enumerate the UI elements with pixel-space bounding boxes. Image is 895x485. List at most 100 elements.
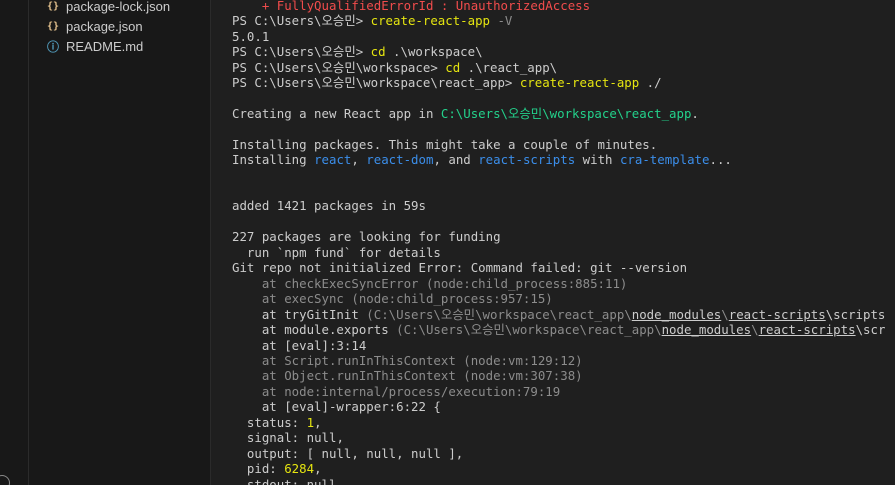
terminal-text: output: [ null, null, null ], (232, 446, 464, 461)
terminal-line-stack-1: at checkExecSyncError (node:child_proces… (232, 276, 628, 291)
terminal-text: + FullyQualifiedErrorId : UnauthorizedAc… (232, 0, 591, 13)
terminal-text: C:\Users\오승민\workspace\react_app (440, 106, 692, 121)
terminal-text: create-react-app (519, 75, 640, 90)
terminal-text: cd (445, 60, 461, 75)
terminal-text: 6284 (284, 461, 315, 476)
terminal-line-stack-7: at Object.runInThisContext (node:vm:307:… (232, 368, 583, 383)
terminal-text: at checkExecSyncError (node:child_proces… (232, 276, 628, 291)
terminal-line-cmd-create: PS C:\Users\오승민\workspace\react_app> cre… (232, 75, 662, 90)
activity-bar (0, 0, 29, 485)
terminal-text: Git repo not initialized Error: Command … (232, 260, 688, 275)
terminal-text: with (575, 152, 620, 167)
terminal-text: \scripts (825, 307, 886, 322)
terminal-line-installing-1: Installing packages. This might take a c… (232, 137, 657, 152)
terminal-text: Installing (232, 152, 315, 167)
terminal-text: at node:internal/process/execution:79:19 (232, 384, 561, 399)
terminal-text: , (336, 430, 344, 445)
terminal-line-stack-3: at tryGitInit (C:\Users\오승민\workspace\re… (232, 307, 886, 322)
terminal-text: , (314, 415, 322, 430)
terminal-line-stack-4: at module.exports (C:\Users\오승민\workspac… (232, 322, 886, 337)
terminal-text: -V (490, 13, 513, 28)
terminal-text: (C:\Users\오승민\workspace\react_app\ (366, 307, 632, 322)
terminal-line-git-error: Git repo not initialized Error: Command … (232, 260, 687, 275)
terminal-text: cd (370, 44, 386, 59)
info-file-icon: ⓘ (46, 39, 59, 54)
explorer-panel: {} package-lock.json {} package.json ⓘ R… (29, 0, 211, 485)
terminal-line-stack-9: at [eval]-wrapper:6:22 { (232, 399, 441, 414)
terminal-text: cra-template (619, 152, 710, 167)
terminal-text: PS C:\Users\오승민> (232, 13, 371, 28)
terminal-line-stdout: stdout: null, (232, 477, 344, 485)
accounts-icon[interactable] (0, 475, 10, 485)
terminal-text: status: (232, 415, 307, 430)
terminal-text: 1 (306, 415, 315, 430)
terminal-panel[interactable]: + FullyQualifiedErrorId : UnauthorizedAc… (211, 0, 895, 485)
terminal-text: (C:\Users\오승민\workspace\react_app\ (396, 322, 662, 337)
terminal-text: 227 packages are looking for funding (232, 229, 501, 244)
terminal-line-creating: Creating a new React app in C:\Users\오승민… (232, 106, 699, 121)
terminal-line-stack-5: at [eval]:3:14 (232, 338, 366, 353)
terminal-text: PS C:\Users\오승민> (232, 44, 371, 59)
file-item-readme[interactable]: ⓘ README.md (29, 36, 210, 56)
terminal-text: , (314, 461, 322, 476)
json-file-icon: {} (46, 0, 60, 12)
file-item-package-json[interactable]: {} package.json (29, 16, 210, 36)
terminal-text: .\workspace\ (385, 44, 483, 59)
terminal-text: node_modules (661, 322, 752, 337)
terminal-text: Installing packages. This might take a c… (232, 137, 658, 152)
terminal-text: react-scripts (478, 152, 576, 167)
terminal-text: ./ (639, 75, 662, 90)
json-file-icon: {} (46, 20, 60, 32)
file-name: README.md (66, 38, 144, 54)
terminal-text: at [eval]-wrapper:6:22 { (232, 399, 441, 414)
terminal-text: , and (433, 152, 479, 167)
terminal-text: Creating a new React app in (232, 106, 441, 121)
file-item-package-lock[interactable]: {} package-lock.json (29, 0, 210, 16)
file-name: package-lock.json (66, 0, 171, 14)
terminal-line-version-out: 5.0.1 (232, 29, 269, 44)
terminal-text: at Script.runInThisContext (node:vm:129:… (232, 353, 583, 368)
terminal-line-cmd-cd-workspace: PS C:\Users\오승민> cd .\workspace\ (232, 44, 483, 59)
terminal-text: , (351, 152, 367, 167)
terminal-line-error-id: + FullyQualifiedErrorId : UnauthorizedAc… (232, 0, 590, 13)
terminal-text: at tryGitInit (232, 307, 367, 322)
vscode-window: {} package-lock.json {} package.json ⓘ R… (0, 0, 895, 485)
terminal-text: .\react_app\ (460, 60, 558, 75)
terminal-line-cmd-version: PS C:\Users\오승민> create-react-app -V (232, 13, 512, 28)
terminal-text: \ (721, 307, 729, 322)
terminal-text: at [eval]:3:14 (232, 338, 367, 353)
terminal-text: at execSync (node:child_process:957:15) (232, 291, 553, 306)
terminal-line-stack-8: at node:internal/process/execution:79:19 (232, 384, 560, 399)
terminal-line-funding-1: 227 packages are looking for funding (232, 229, 501, 244)
terminal-text: pid: (232, 461, 285, 476)
terminal-text: added 1421 packages in 59s (232, 198, 426, 213)
terminal-line-stack-6: at Script.runInThisContext (node:vm:129:… (232, 353, 583, 368)
terminal-line-added: added 1421 packages in 59s (232, 198, 426, 213)
terminal-line-output: output: [ null, null, null ], (232, 446, 463, 461)
terminal-line-funding-2: run `npm fund` for details (232, 245, 441, 260)
terminal-text: react-dom (366, 152, 434, 167)
terminal-text: create-react-app (370, 13, 490, 28)
terminal-text: react-scripts (758, 322, 856, 337)
terminal-line-status: status: 1, (232, 415, 322, 430)
terminal-text: \scr (855, 322, 886, 337)
terminal-text: at Object.runInThisContext (node:vm:307:… (232, 368, 583, 383)
terminal-text: react (314, 152, 352, 167)
terminal-text: ... (709, 152, 732, 167)
terminal-line-signal: signal: null, (232, 430, 344, 445)
terminal-text: . (691, 106, 699, 121)
terminal-line-stack-2: at execSync (node:child_process:957:15) (232, 291, 553, 306)
terminal-text: react-scripts (728, 307, 826, 322)
terminal-text: at module.exports (232, 322, 397, 337)
terminal-text: signal: (232, 430, 307, 445)
terminal-text: stdout: null, (232, 477, 344, 485)
terminal-text: node_modules (631, 307, 722, 322)
terminal-line-pid: pid: 6284, (232, 461, 322, 476)
terminal-line-installing-2: Installing react, react-dom, and react-s… (232, 152, 732, 167)
terminal-text: \ (751, 322, 759, 337)
terminal-text: run `npm fund` for details (232, 245, 441, 260)
terminal-text: PS C:\Users\오승민\workspace> (232, 60, 446, 75)
terminal-text: 5.0.1 (232, 29, 270, 44)
terminal-text: PS C:\Users\오승민\workspace\react_app> (232, 75, 520, 90)
terminal-text: null (306, 430, 337, 445)
